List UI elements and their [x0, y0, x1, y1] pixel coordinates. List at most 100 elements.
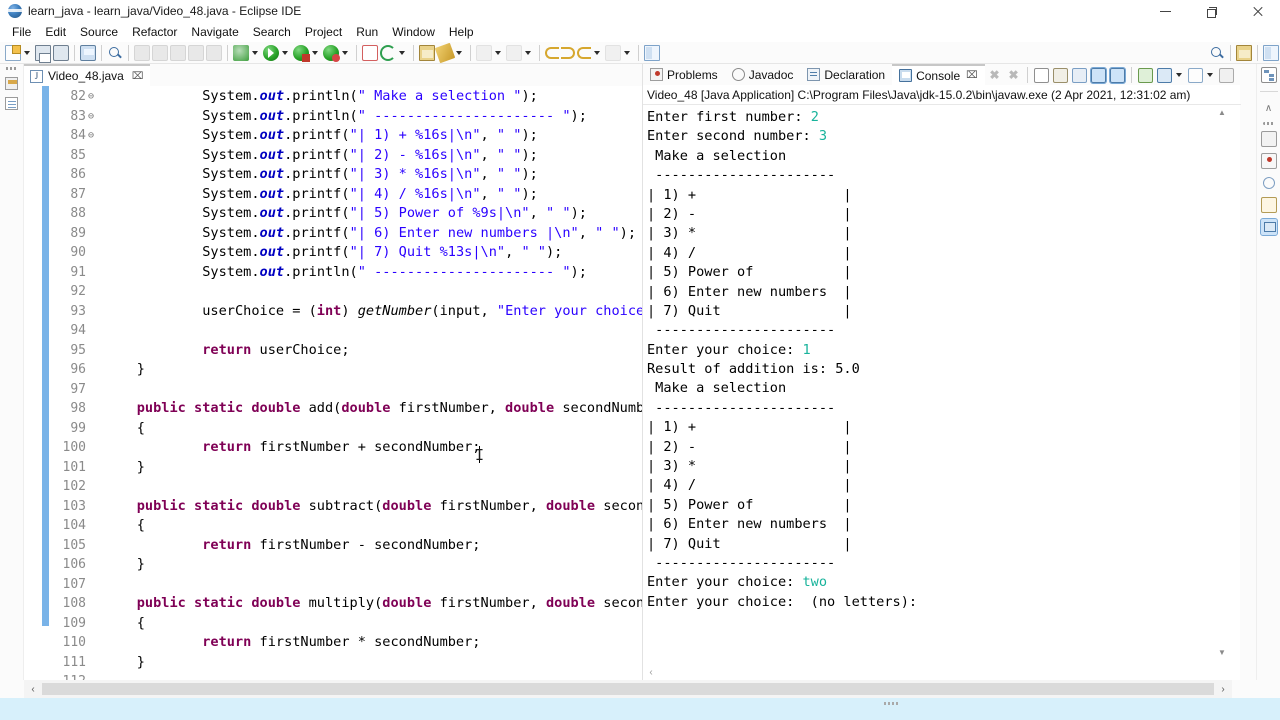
menu-file[interactable]: File: [5, 23, 38, 41]
edit-icon[interactable]: [434, 42, 456, 63]
tab-problems[interactable]: Problems: [643, 64, 725, 85]
pilcrow-icon[interactable]: [206, 44, 222, 61]
code-line[interactable]: public static double add(double firstNum…: [104, 399, 642, 419]
code-line[interactable]: {: [104, 419, 642, 439]
console-horizontal-scrollbar[interactable]: ‹: [643, 664, 1229, 680]
code-line[interactable]: return firstNumber * secondNumber;: [104, 633, 642, 653]
open-perspective-icon[interactable]: [1236, 44, 1252, 61]
code-line[interactable]: {: [104, 516, 642, 536]
next-annotation-dropdown-arrow-icon[interactable]: [523, 45, 533, 61]
new-console-view-icon[interactable]: [1138, 67, 1153, 83]
package-explorer-icon[interactable]: [5, 77, 18, 90]
perspective-icon[interactable]: [644, 44, 660, 61]
menu-search[interactable]: Search: [246, 23, 298, 41]
code-line[interactable]: System.out.printf("| 3) * %16s|\n", " ")…: [104, 165, 642, 185]
java-perspective-icon[interactable]: [1263, 44, 1279, 61]
remove-launch-icon[interactable]: ✖: [987, 68, 1002, 83]
console-scroll-up-icon[interactable]: ▲: [1216, 106, 1228, 118]
remove-all-launches-icon[interactable]: ✖: [1006, 68, 1021, 83]
coverage-icon[interactable]: [323, 44, 340, 62]
save-all-icon[interactable]: [53, 44, 69, 61]
code-line[interactable]: }: [104, 360, 642, 380]
search-icon[interactable]: [107, 45, 123, 61]
menu-source[interactable]: Source: [73, 23, 125, 41]
code-line[interactable]: [104, 477, 642, 497]
previous-annotation-icon[interactable]: [476, 44, 492, 61]
minimize-button[interactable]: [1142, 0, 1188, 22]
code-line[interactable]: System.out.printf("| 2) - %16s|\n", " ")…: [104, 146, 642, 166]
build-icon[interactable]: [170, 44, 186, 61]
open-console-icon[interactable]: [1109, 66, 1126, 84]
code-line[interactable]: System.out.printf("| 6) Enter new number…: [104, 224, 642, 244]
menu-window[interactable]: Window: [385, 23, 442, 41]
menu-refactor[interactable]: Refactor: [125, 23, 184, 41]
run-icon[interactable]: [263, 44, 279, 61]
tab-declaration[interactable]: Declaration: [800, 64, 892, 85]
console-view-selector-icon[interactable]: [1157, 67, 1172, 83]
code-line[interactable]: [104, 282, 642, 302]
code-line[interactable]: return userChoice;: [104, 341, 642, 361]
menu-navigate[interactable]: Navigate: [184, 23, 245, 41]
console-view-dropdown-arrow-icon[interactable]: [1174, 67, 1184, 83]
code-line[interactable]: public static double multiply(double fir…: [104, 594, 642, 614]
run-dropdown-arrow-icon[interactable]: [280, 45, 290, 61]
console-scroll-down-icon[interactable]: ▼: [1216, 646, 1228, 658]
collapse-icon[interactable]: ∧: [1261, 100, 1277, 116]
new-java-project-icon[interactable]: [362, 44, 378, 61]
menu-help[interactable]: Help: [442, 23, 481, 41]
code-line[interactable]: userChoice = (int) getNumber(input, "Ent…: [104, 302, 642, 322]
strip-handle-icon[interactable]: [5, 67, 18, 70]
terminate-icon[interactable]: [968, 68, 983, 83]
coverage-dropdown-arrow-icon[interactable]: [340, 45, 350, 61]
clear-console-icon[interactable]: [1034, 67, 1049, 83]
code-line[interactable]: }: [104, 555, 642, 575]
maximize-button[interactable]: [1188, 0, 1234, 22]
new-class-dropdown-arrow-icon[interactable]: [397, 45, 407, 61]
outline-icon[interactable]: [5, 97, 18, 110]
console-scroll-left-icon[interactable]: ‹: [643, 664, 659, 680]
code-line[interactable]: {: [104, 614, 642, 634]
fold-marker[interactable]: ⊖: [88, 107, 102, 127]
toolbar-new-button[interactable]: [4, 43, 22, 63]
edit-dropdown-arrow-icon[interactable]: [454, 45, 464, 61]
status-bar-resize-handle[interactable]: [884, 702, 898, 705]
fold-marker[interactable]: ⊖: [88, 126, 102, 146]
code-line[interactable]: return firstNumber - secondNumber;: [104, 536, 642, 556]
code-line[interactable]: System.out.printf("| 7) Quit %13s|\n", "…: [104, 243, 642, 263]
code-line[interactable]: [104, 380, 642, 400]
open-type-icon[interactable]: [134, 44, 150, 61]
close-button[interactable]: [1234, 0, 1280, 22]
hierarchy-icon[interactable]: [1260, 67, 1277, 83]
restore-icon[interactable]: [1260, 131, 1277, 147]
scroll-right-icon[interactable]: ›: [1214, 680, 1232, 698]
debug-dropdown-arrow-icon[interactable]: [250, 45, 260, 61]
code-line[interactable]: }: [104, 653, 642, 673]
code-line[interactable]: System.out.println(" -------------------…: [104, 263, 642, 283]
code-line[interactable]: [104, 672, 642, 680]
quick-access-search-icon[interactable]: [1209, 45, 1225, 61]
code-line[interactable]: System.out.println(" Make a selection ")…: [104, 87, 642, 107]
previous-annotation-dropdown-arrow-icon[interactable]: [493, 45, 503, 61]
scrollbar-thumb[interactable]: [42, 683, 1214, 695]
last-edit-location-icon[interactable]: [577, 46, 591, 59]
toggle-ancestor-icon[interactable]: [188, 44, 204, 61]
minimize-view-icon[interactable]: [1219, 67, 1234, 83]
folding-ruler[interactable]: ⊖ ⊖ ⊖: [88, 86, 102, 680]
scroll-lock-icon[interactable]: [1053, 67, 1068, 83]
problems-view-icon[interactable]: [1260, 153, 1277, 169]
run-as-icon[interactable]: [293, 44, 310, 62]
back-icon[interactable]: [545, 46, 559, 59]
pin-console-icon[interactable]: [1072, 67, 1087, 83]
menu-run[interactable]: Run: [349, 23, 385, 41]
code-line[interactable]: System.out.printf("| 1) + %16s|\n", " ")…: [104, 126, 642, 146]
next-annotation-icon[interactable]: [506, 44, 522, 61]
code-editor[interactable]: 82 83 84 85 86 87 88 89 90 91 92 93 94 95 96 97 98 99 100 1…: [24, 86, 642, 680]
new-console-dropdown-arrow-icon[interactable]: [1205, 67, 1215, 83]
scroll-left-icon[interactable]: ‹: [24, 680, 42, 698]
run-as-dropdown-arrow-icon[interactable]: [310, 45, 320, 61]
open-task-icon[interactable]: [419, 44, 435, 61]
strip-handle-icon[interactable]: [1262, 122, 1275, 125]
menu-edit[interactable]: Edit: [38, 23, 73, 41]
display-selected-console-icon[interactable]: [1090, 66, 1107, 84]
javadoc-view-icon[interactable]: [1262, 177, 1275, 189]
